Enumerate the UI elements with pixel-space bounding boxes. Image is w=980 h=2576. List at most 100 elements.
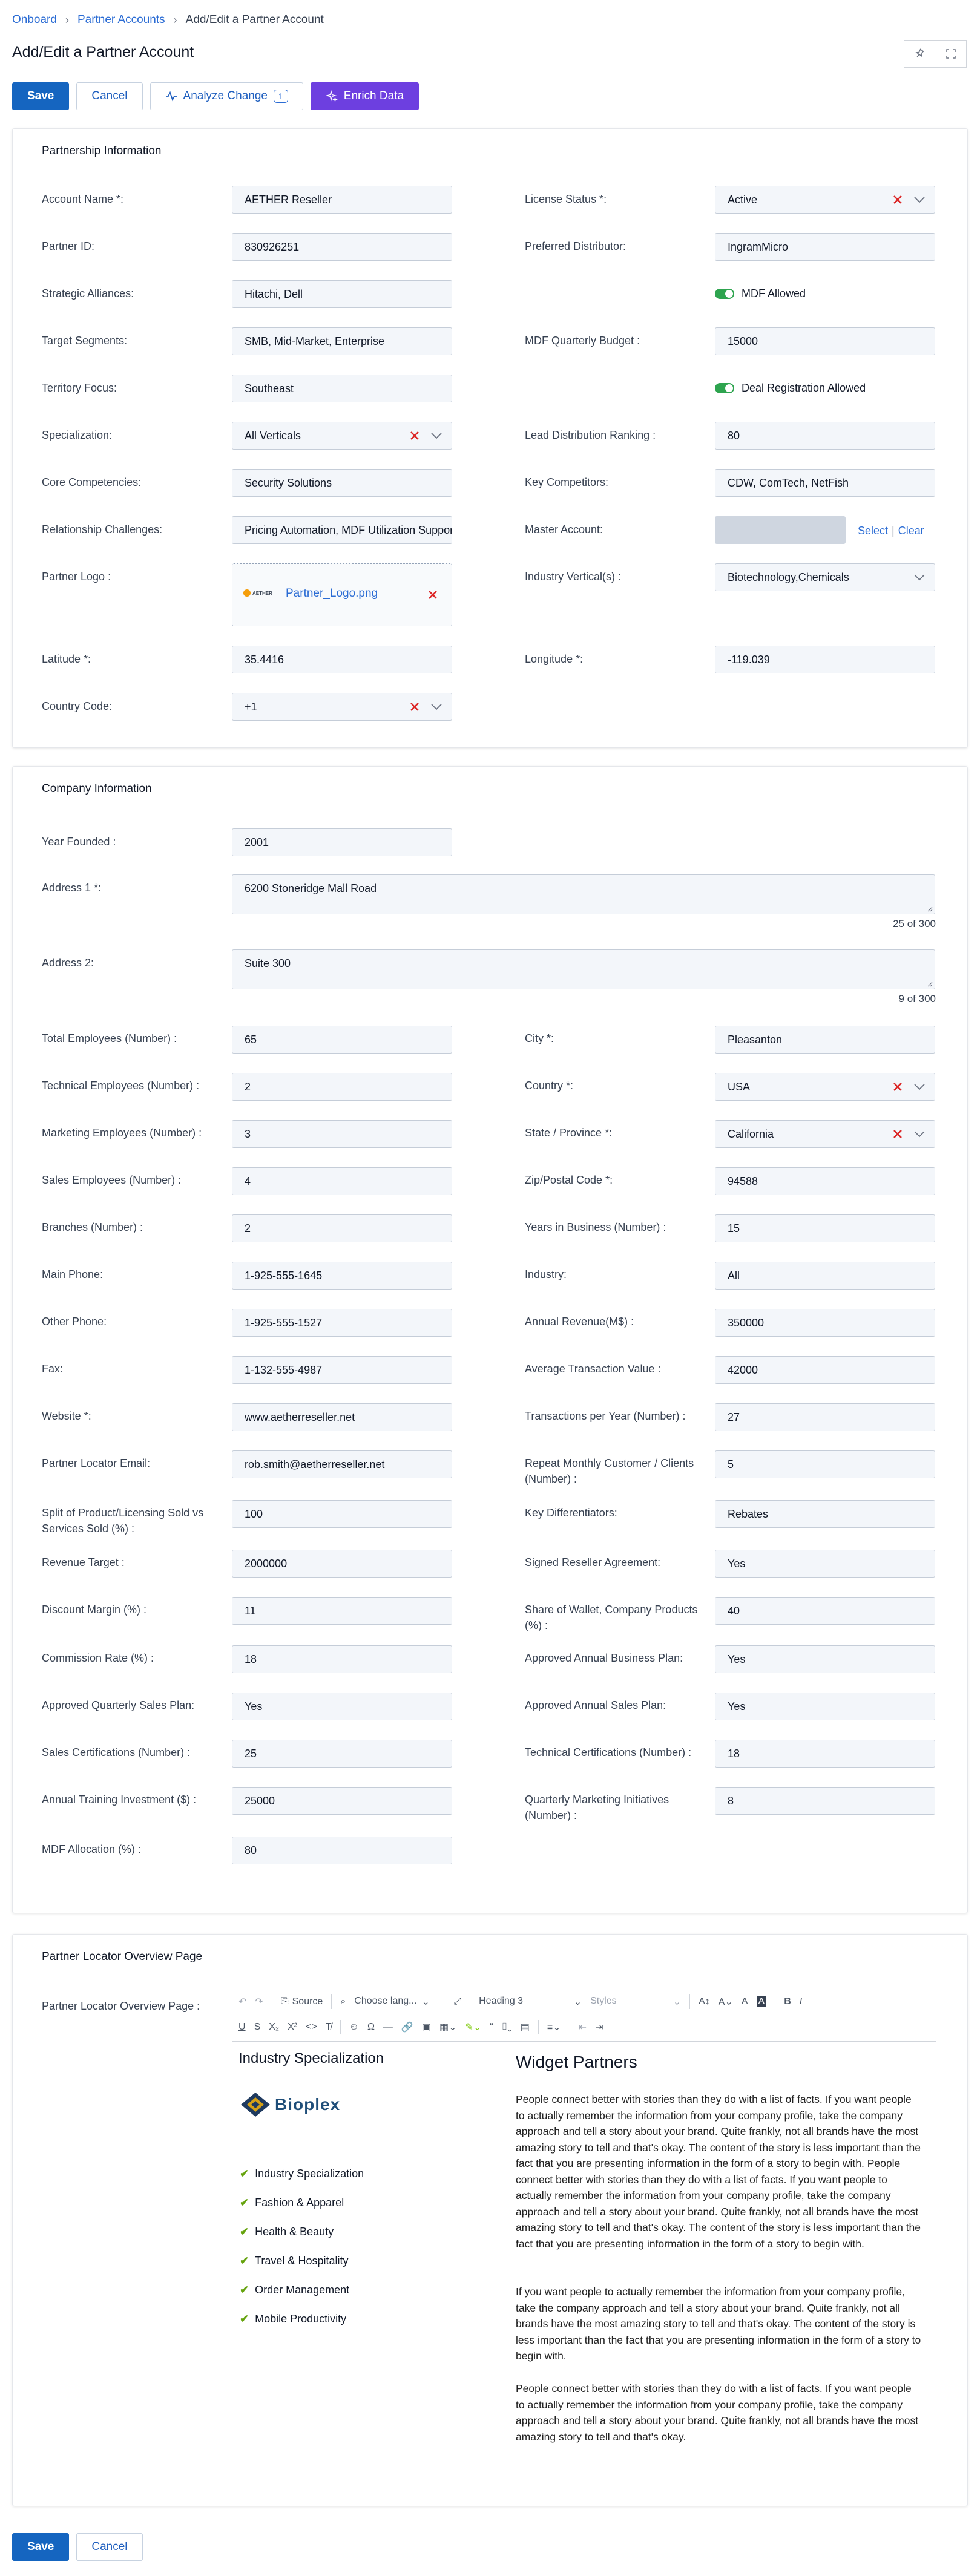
insert-template-icon[interactable]: ⌷⌄ xyxy=(502,2022,512,2033)
chevron-down-icon[interactable] xyxy=(430,702,443,712)
analyze-change-button[interactable]: Analyze Change 1 xyxy=(150,82,303,110)
company-left-input-0[interactable]: 65 xyxy=(232,1026,452,1054)
relationship-challenges-input[interactable]: Pricing Automation, MDF Utilization Supp… xyxy=(232,516,452,544)
company-left-input-17[interactable]: 80 xyxy=(232,1837,452,1864)
specialization-select[interactable]: All Verticals xyxy=(232,422,452,450)
company-right-input-15[interactable]: 18 xyxy=(715,1740,935,1768)
clear-icon[interactable] xyxy=(408,700,421,713)
pin-button[interactable] xyxy=(904,40,935,68)
background-color-icon[interactable]: A xyxy=(756,1996,767,2007)
company-right-select-1[interactable]: USA xyxy=(715,1073,935,1101)
company-right-input-10[interactable]: Rebates xyxy=(715,1500,935,1528)
master-account-input[interactable] xyxy=(715,516,846,544)
blockquote-icon[interactable]: “ xyxy=(490,2022,493,2033)
company-left-input-1[interactable]: 2 xyxy=(232,1073,452,1101)
chevron-down-icon[interactable] xyxy=(913,572,926,582)
license-status-select[interactable]: Active xyxy=(715,186,935,214)
special-character-icon[interactable]: Ω xyxy=(367,2022,375,2033)
industry-vertical-select[interactable]: Biotechnology,Chemicals xyxy=(715,563,935,591)
company-left-input-16[interactable]: 25000 xyxy=(232,1787,452,1815)
company-left-input-4[interactable]: 2 xyxy=(232,1214,452,1242)
footer-save-button[interactable]: Save xyxy=(12,2533,70,2561)
company-right-select-2[interactable]: California xyxy=(715,1120,935,1148)
company-right-input-5[interactable]: All xyxy=(715,1262,935,1290)
remove-logo-icon[interactable] xyxy=(426,588,439,601)
address2-textarea[interactable]: Suite 300 xyxy=(232,949,935,989)
highlight-icon[interactable]: ✎⌄ xyxy=(465,2021,481,2033)
lead-ranking-input[interactable]: 80 xyxy=(715,422,935,450)
link-icon[interactable]: 🔗 xyxy=(401,2021,413,2033)
company-left-input-12[interactable]: 11 xyxy=(232,1597,452,1625)
company-left-input-5[interactable]: 1-925-555-1645 xyxy=(232,1262,452,1290)
enrich-data-button[interactable]: Enrich Data xyxy=(310,82,419,110)
key-competitors-input[interactable]: CDW, ComTech, NetFish xyxy=(715,469,935,497)
address1-textarea[interactable]: 6200 Stoneridge Mall Road xyxy=(232,874,935,914)
chevron-down-icon[interactable] xyxy=(430,431,443,441)
core-competencies-input[interactable]: Security Solutions xyxy=(232,469,452,497)
company-right-input-8[interactable]: 27 xyxy=(715,1403,935,1431)
strategic-alliances-input[interactable]: Hitachi, Dell xyxy=(232,280,452,308)
partner-id-input[interactable]: 830926251 xyxy=(232,233,452,261)
deal-registration-toggle[interactable]: Deal Registration Allowed xyxy=(715,382,866,395)
chevron-down-icon[interactable] xyxy=(913,1082,926,1092)
company-right-input-13[interactable]: Yes xyxy=(715,1645,935,1673)
subscript-icon[interactable]: X₂ xyxy=(269,2022,279,2033)
bold-icon[interactable]: B xyxy=(784,1996,791,2007)
remove-format-icon[interactable]: T̸ xyxy=(326,2022,332,2033)
company-right-input-9[interactable]: 5 xyxy=(715,1450,935,1478)
cancel-button[interactable]: Cancel xyxy=(76,82,143,110)
partner-logo-filename[interactable]: Partner_Logo.png xyxy=(286,587,378,600)
company-left-input-9[interactable]: rob.smith@aetherreseller.net xyxy=(232,1450,452,1478)
font-family-icon[interactable]: A⌄ xyxy=(719,1996,733,2008)
resize-handle-icon[interactable] xyxy=(927,981,933,987)
country-code-select[interactable]: +1 xyxy=(232,693,452,721)
source-button[interactable]: ⎘ Source xyxy=(281,1996,323,2007)
resize-handle-icon[interactable] xyxy=(927,906,933,912)
emoji-icon[interactable]: ☺ xyxy=(349,2022,359,2033)
language-select[interactable]: Choose lang... ⌄ xyxy=(354,1996,445,2008)
target-segments-input[interactable]: SMB, Mid-Market, Enterprise xyxy=(232,327,452,355)
partner-logo-dropzone[interactable]: AETHER Partner_Logo.png xyxy=(232,563,452,626)
image-icon[interactable]: ▣ xyxy=(422,2021,431,2033)
company-right-input-7[interactable]: 42000 xyxy=(715,1356,935,1384)
company-right-input-14[interactable]: Yes xyxy=(715,1693,935,1720)
company-right-input-6[interactable]: 350000 xyxy=(715,1309,935,1337)
undo-icon[interactable]: ↶ xyxy=(238,1996,246,2008)
outdent-icon[interactable]: ⇤ xyxy=(579,2021,587,2033)
code-icon[interactable]: <> xyxy=(306,2022,317,2033)
latitude-input[interactable]: 35.4416 xyxy=(232,646,452,673)
font-color-icon[interactable]: A xyxy=(742,1996,748,2007)
superscript-icon[interactable]: X² xyxy=(288,2022,297,2033)
indent-icon[interactable]: ⇥ xyxy=(595,2021,603,2033)
clear-icon[interactable] xyxy=(891,1080,904,1093)
clear-icon[interactable] xyxy=(891,193,904,206)
toggle-switch[interactable] xyxy=(715,289,734,299)
company-left-input-2[interactable]: 3 xyxy=(232,1120,452,1148)
redo-icon[interactable]: ↷ xyxy=(255,1996,263,2008)
fullscreen-editor-icon[interactable]: ⤢ xyxy=(453,1996,461,2007)
company-right-input-16[interactable]: 8 xyxy=(715,1787,935,1815)
breadcrumb-onboard[interactable]: Onboard xyxy=(12,13,57,27)
account-name-input[interactable]: AETHER Reseller xyxy=(232,186,452,214)
editor-content[interactable]: Industry Specialization Bioplex ✔ Industr… xyxy=(232,2042,936,2479)
table-icon[interactable]: ▦⌄ xyxy=(439,2021,457,2033)
territory-focus-input[interactable]: Southeast xyxy=(232,375,452,402)
master-select-link[interactable]: Select xyxy=(858,525,888,537)
breadcrumb-partner-accounts[interactable]: Partner Accounts xyxy=(77,13,165,27)
company-right-input-11[interactable]: Yes xyxy=(715,1550,935,1578)
company-left-input-10[interactable]: 100 xyxy=(232,1500,452,1528)
company-right-input-3[interactable]: 94588 xyxy=(715,1167,935,1195)
clear-icon[interactable] xyxy=(408,429,421,442)
find-icon[interactable]: ⌕ xyxy=(340,1996,346,2007)
preferred-distributor-input[interactable]: IngramMicro xyxy=(715,233,935,261)
longitude-input[interactable]: -119.039 xyxy=(715,646,935,673)
chevron-down-icon[interactable] xyxy=(913,1129,926,1139)
company-left-input-8[interactable]: www.aetherreseller.net xyxy=(232,1403,452,1431)
heading-select[interactable]: Heading 3 ⌄ xyxy=(479,1996,582,2008)
footer-cancel-button[interactable]: Cancel xyxy=(76,2533,143,2561)
save-button[interactable]: Save xyxy=(12,82,70,110)
company-right-input-0[interactable]: Pleasanton xyxy=(715,1026,935,1054)
company-left-input-3[interactable]: 4 xyxy=(232,1167,452,1195)
toggle-switch[interactable] xyxy=(715,383,734,393)
company-left-input-7[interactable]: 1-132-555-4987 xyxy=(232,1356,452,1384)
